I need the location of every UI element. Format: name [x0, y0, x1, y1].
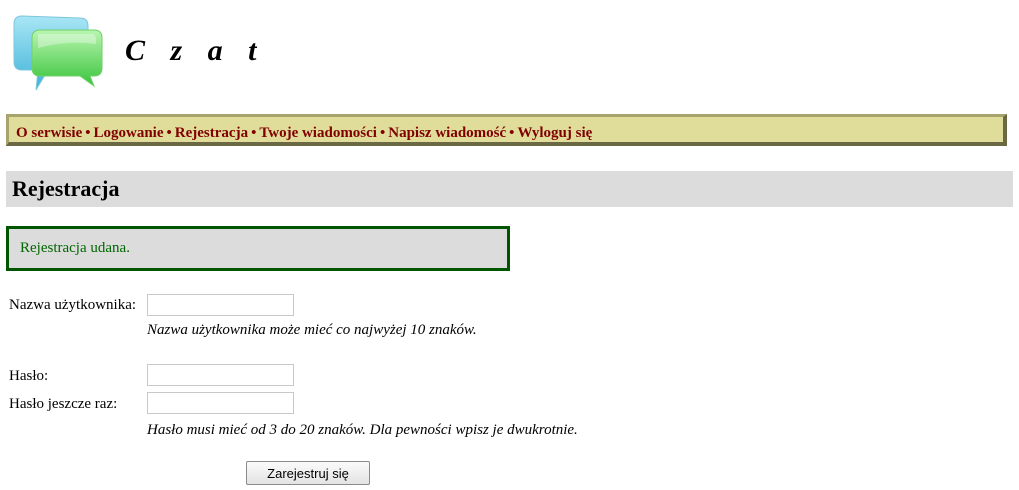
menu-item-about[interactable]: O serwisie	[16, 125, 82, 141]
menu-separator: •	[379, 125, 386, 141]
menu-separator: •	[85, 125, 91, 141]
password-repeat-label: Hasło jeszcze raz:	[9, 396, 118, 412]
username-label: Nazwa użytkownika:	[9, 297, 137, 313]
password-input[interactable]	[147, 364, 294, 386]
menu-item-logout[interactable]: Wyloguj się	[517, 125, 592, 141]
menu-separator: •	[509, 125, 515, 141]
username-hint: Nazwa użytkownika może mieć co najwyżej …	[147, 322, 477, 338]
site-title: C z a t	[125, 34, 266, 67]
success-message: Rejestracja udana.	[6, 226, 510, 271]
header: C z a t	[0, 0, 1019, 110]
chat-bubbles-logo-icon	[13, 15, 103, 91]
menu-item-register[interactable]: Rejestracja	[175, 125, 248, 141]
register-button[interactable]: Zarejestruj się	[246, 461, 370, 485]
menu-item-my-messages[interactable]: Twoje wiadomości	[259, 125, 377, 141]
password-hint: Hasło musi mieć od 3 do 20 znaków. Dla p…	[147, 422, 578, 438]
menu-item-login[interactable]: Logowanie	[94, 125, 164, 141]
password-label: Hasło:	[9, 368, 49, 384]
menu-separator: •	[166, 125, 172, 141]
menu-separator: •	[251, 125, 257, 141]
main-menu: O serwisie • Logowanie • Rejestracja • Twoje w…	[6, 114, 1007, 146]
password-repeat-input[interactable]	[147, 392, 294, 414]
menu-item-write-message[interactable]: Napisz wiadomość	[388, 125, 506, 141]
username-input[interactable]	[147, 294, 294, 316]
page-title: Rejestracja	[6, 171, 1013, 207]
